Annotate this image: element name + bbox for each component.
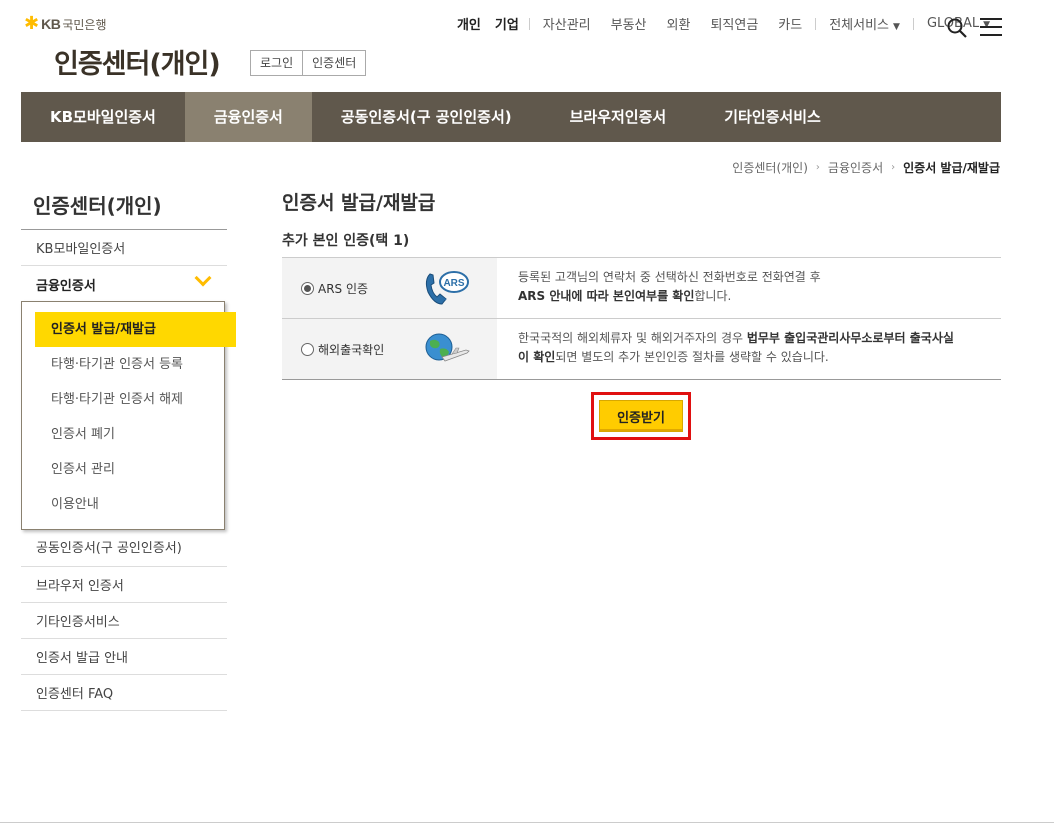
kb-logo[interactable]: ✱ KB 국민은행 [24,15,107,33]
ars-desc-bold: ARS 안내에 따라 본인여부를 확인 [518,289,695,303]
sidebar-item-issue-guide[interactable]: 인증서 발급 안내 [21,639,227,675]
sidebar-item-faq[interactable]: 인증센터 FAQ [21,675,227,711]
sidebar-submenu: 인증서 발급/재발급 타행·타기관 인증서 등록 타행·타기관 인증서 해제 인… [21,301,236,530]
logo-kb-text: KB [41,16,61,32]
search-icon[interactable] [947,18,967,38]
main-nav: KB모바일인증서 금융인증서 공동인증서(구 공인인증서) 브라우저인증서 기타… [21,92,1001,142]
breadcrumb: 인증센터(개인) › 금융인증서 › 인증서 발급/재발급 [732,159,1000,176]
sidebar-item-joint-cert[interactable]: 공동인증서(구 공인인증서) [21,531,227,567]
page-title: 인증센터(개인) [54,49,221,80]
svg-text:ARS: ARS [443,278,464,289]
footer-divider [0,822,1054,823]
overseas-desc-line1: 한국국적의 해외체류자 및 해외거주자의 경우 법무부 출입국관리사무소로부터 … [518,329,1001,348]
top-nav-pension[interactable]: 퇴직연금 [700,14,768,33]
get-certified-button[interactable]: 인증받기 [599,400,683,432]
overseas-desc-bold: 법무부 출입국관리사무소로부터 출국사실 [746,331,954,345]
submenu-item-revoke[interactable]: 인증서 폐기 [22,417,224,452]
sidebar-item-kb-mobile[interactable]: KB모바일인증서 [21,230,227,266]
ars-description: 등록된 고객님의 연락처 중 선택하신 전화번호로 전화연결 후 ARS 안내에… [497,258,1001,318]
ars-desc-line1: 등록된 고객님의 연락처 중 선택하신 전화번호로 전화연결 후 [518,270,821,284]
header-sub-links: 로그인 인증센터 [250,50,367,76]
top-nav-divider [815,17,817,30]
auth-option-cell[interactable]: ARS 인증 ARS [282,258,497,318]
breadcrumb-item[interactable]: 금융인증서 [828,159,883,176]
overseas-label: 해외출국확인 [318,342,385,357]
sidebar-item-other-cert[interactable]: 기타인증서비스 [21,603,227,639]
ars-label: ARS 인증 [318,281,369,296]
ars-phone-icon: ARS [425,271,469,305]
chevron-right-icon: › [891,162,896,173]
top-nav-forex[interactable]: 외환 [657,14,701,33]
top-nav-asset[interactable]: 자산관리 [533,14,601,33]
sidebar: 인증센터(개인) KB모바일인증서 금융인증서 [21,186,227,302]
tab-finance-cert[interactable]: 금융인증서 [184,92,312,142]
top-nav-personal[interactable]: 개인 [450,14,488,33]
caret-down-icon: ▼ [893,22,900,32]
auth-option-overseas: 해외출국확인 한국국적의 해외체류자 및 해외거주자의 경우 법무부 출입국관리… [282,319,1001,380]
sidebar-lower: 공동인증서(구 공인인증서) 브라우저 인증서 기타인증서비스 인증서 발급 안… [21,531,227,711]
submenu-item-guide[interactable]: 이용안내 [22,487,224,522]
top-nav: 개인 기업 자산관리 부동산 외환 퇴직연금 카드 전체서비스 ▼ GLOBAL ▼ [450,14,1000,33]
content-subtitle: 추가 본인 인증(택 1) [282,233,410,249]
submenu-item-register-other[interactable]: 타행·타기관 인증서 등록 [22,347,224,382]
content-title: 인증서 발급/재발급 [282,192,436,214]
overseas-radio[interactable] [301,342,314,356]
cert-center-link[interactable]: 인증센터 [302,51,365,75]
submit-highlight-box: 인증받기 [591,392,691,440]
sidebar-item-browser-cert[interactable]: 브라우저 인증서 [21,567,227,603]
globe-airplane-icon [425,333,470,362]
overseas-description: 한국국적의 해외체류자 및 해외거주자의 경우 법무부 출입국관리사무소로부터 … [497,319,1001,379]
tab-kb-mobile-cert[interactable]: KB모바일인증서 [21,92,185,142]
top-nav-all-services[interactable]: 전체서비스 ▼ [819,14,910,33]
tab-other-cert[interactable]: 기타인증서비스 [695,92,850,142]
ars-desc-line2: ARS 안내에 따라 본인여부를 확인합니다. [518,287,1001,306]
breadcrumb-item[interactable]: 인증센터(개인) [732,159,808,176]
logo-bank-name: 국민은행 [62,17,107,32]
ars-radio[interactable] [301,281,314,295]
tab-joint-cert[interactable]: 공동인증서(구 공인인증서) [312,92,541,142]
overseas-desc-line2: 이 확인되면 별도의 추가 본인인증 절차를 생략할 수 있습니다. [518,348,1001,367]
top-nav-divider [528,17,530,30]
top-nav-business[interactable]: 기업 [488,14,526,33]
overseas-desc-bold2: 이 확인 [518,350,556,364]
top-nav-card[interactable]: 카드 [768,14,812,33]
chevron-right-icon: › [815,162,820,173]
chevron-down-icon [194,269,212,287]
submenu-item-issue[interactable]: 인증서 발급/재발급 [35,312,236,347]
submenu-item-manage[interactable]: 인증서 관리 [22,452,224,487]
kb-star-icon: ✱ [24,13,40,34]
tab-browser-cert[interactable]: 브라우저인증서 [541,92,696,142]
hamburger-menu-icon[interactable] [980,18,1002,36]
top-nav-divider [912,17,914,30]
breadcrumb-current: 인증서 발급/재발급 [903,161,1000,175]
sidebar-item-label: 금융인증서 [36,278,96,294]
login-link[interactable]: 로그인 [251,51,302,75]
sidebar-item-finance-cert[interactable]: 금융인증서 [21,266,227,302]
overseas-desc-rest: 되면 별도의 추가 본인인증 절차를 생략할 수 있습니다. [555,350,829,364]
ars-desc-rest: 합니다. [694,289,732,303]
auth-option-ars: ARS 인증 ARS 등록된 고객님의 연락처 중 선택하신 전화번호로 전화연… [282,258,1001,319]
sidebar-title: 인증센터(개인) [21,186,227,230]
auth-option-cell[interactable]: 해외출국확인 [282,319,497,379]
submenu-item-unregister-other[interactable]: 타행·타기관 인증서 해제 [22,382,224,417]
auth-options-table: ARS 인증 ARS 등록된 고객님의 연락처 중 선택하신 전화번호로 전화연… [282,257,1001,380]
top-nav-realestate[interactable]: 부동산 [601,14,657,33]
overseas-desc-pre: 한국국적의 해외체류자 및 해외거주자의 경우 [518,331,747,345]
all-services-label: 전체서비스 [829,18,890,33]
